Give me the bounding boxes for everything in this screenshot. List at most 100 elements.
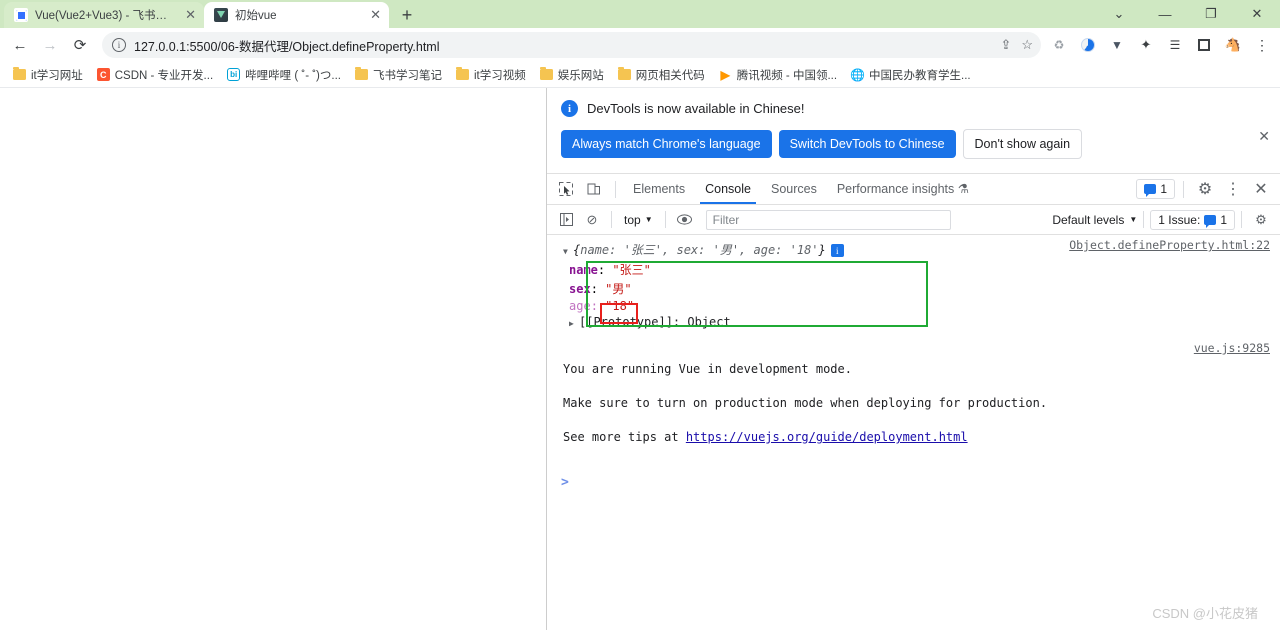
bookmark-item[interactable]: 网页相关代码 (611, 65, 712, 85)
browser-toolbar: ← → ⟳ i 127.0.0.1:5500/06-数据代理/Object.de… (0, 28, 1280, 62)
live-expression-eye-icon[interactable] (672, 207, 698, 233)
property-key: sex (569, 282, 591, 296)
new-tab-button[interactable]: + (393, 2, 421, 28)
address-bar[interactable]: i 127.0.0.1:5500/06-数据代理/Object.definePr… (102, 32, 1041, 58)
bookmark-item[interactable]: bi 哔哩哔哩 ( ˚- ˚)つ... (220, 65, 348, 85)
object-preview: {name: '张三', sex: '男', age: '18'} (573, 243, 826, 257)
browser-window: Vue(Vue2+Vue3) - 飞书云文档 ✕ 初始vue ✕ + ⌄ — ❐… (0, 0, 1280, 630)
property-value: "男" (605, 282, 632, 296)
tencent-video-icon: ▶ (718, 67, 732, 82)
always-match-language-button[interactable]: Always match Chrome's language (561, 130, 772, 158)
chevron-down-icon[interactable]: ⌄ (1096, 0, 1142, 28)
console-object-entry[interactable]: ▼ {name: '张三', sex: '男', age: '18'} i Obje… (547, 235, 1280, 260)
console-issue-pill[interactable]: 1 Issue: 1 (1150, 209, 1235, 230)
expand-triangle-icon[interactable]: ▶ (569, 319, 579, 328)
back-button[interactable]: ← (6, 31, 34, 59)
devtools-language-banner: i DevTools is now available in Chinese! … (547, 88, 1280, 174)
chevron-down-icon: ▼ (644, 215, 653, 224)
bookmark-item[interactable]: 🌐 中国民办教育学生... (844, 65, 978, 85)
object-property-row[interactable]: name: "张三" (569, 260, 1280, 279)
bookmark-item[interactable]: 娱乐网站 (533, 65, 611, 85)
object-property-row[interactable]: sex: "男" (569, 279, 1280, 298)
object-properties: name: "张三" sex: "男" age: "18" (569, 260, 1280, 314)
tab-close-icon[interactable]: ✕ (360, 7, 381, 23)
site-info-icon[interactable]: i (112, 38, 126, 52)
browser-tab-1[interactable]: Vue(Vue2+Vue3) - 飞书云文档 ✕ (4, 2, 204, 28)
bookmark-item[interactable]: it学习视频 (449, 65, 533, 85)
tab-console[interactable]: Console (696, 176, 760, 204)
devtools-settings-icon[interactable]: ⚙ (1192, 176, 1218, 202)
url-text: 127.0.0.1:5500/06-数据代理/Object.defineProp… (134, 39, 440, 54)
tab-elements[interactable]: Elements (624, 176, 694, 203)
horse-extension-icon[interactable]: 🐴 (1223, 35, 1243, 55)
bookmark-label: it学习网址 (31, 69, 83, 82)
console-vue-message[interactable]: You are running Vue in development mode.… (547, 336, 1280, 469)
object-info-icon[interactable]: i (830, 244, 844, 257)
console-settings-icon[interactable]: ⚙ (1248, 207, 1274, 233)
reload-button[interactable]: ⟳ (66, 31, 94, 59)
console-filter-input[interactable]: Filter (705, 209, 951, 230)
tab-performance-insights[interactable]: Performance insights ⚗ (828, 175, 978, 203)
console-sidebar-icon[interactable] (553, 207, 579, 233)
tab-title: 初始vue (235, 10, 277, 22)
maximize-icon[interactable]: ❐ (1188, 0, 1234, 28)
playlist-extension-icon[interactable]: ☰ (1165, 35, 1185, 55)
vue-line-3: See more tips at https://vuejs.org/guide… (563, 429, 1260, 446)
console-prompt[interactable]: > (547, 469, 1280, 496)
bookmark-item[interactable]: 飞书学习笔记 (348, 65, 449, 85)
bookmark-item[interactable]: it学习网址 (6, 65, 90, 85)
square-extension-icon[interactable] (1194, 35, 1214, 55)
bookmark-item[interactable]: C CSDN - 专业开发... (90, 65, 220, 85)
device-toolbar-icon[interactable] (581, 176, 607, 202)
bookmark-label: 网页相关代码 (635, 69, 705, 82)
browser-tab-2[interactable]: 初始vue ✕ (204, 2, 389, 28)
execution-context-select[interactable]: top ▼ (618, 213, 659, 227)
v-extension-icon[interactable]: ▼ (1107, 35, 1127, 55)
banner-close-icon[interactable]: ✕ (1258, 128, 1270, 145)
object-prototype-row[interactable]: ▶ [[Prototype]]: Object (569, 314, 1280, 329)
chevron-down-icon: ▼ (1129, 215, 1138, 224)
colon: : (590, 282, 606, 296)
dont-show-again-button[interactable]: Don't show again (962, 129, 1083, 159)
forward-button[interactable]: → (36, 31, 64, 59)
bookmark-label: 娱乐网站 (557, 69, 604, 82)
bookmark-label: 中国民办教育学生... (869, 69, 971, 82)
brace-close: } (818, 243, 826, 257)
source-link[interactable]: vue.js:9285 (1194, 341, 1270, 355)
chrome-menu-icon[interactable]: ⋮ (1252, 35, 1272, 55)
tab-close-icon[interactable]: ✕ (175, 7, 196, 23)
clear-console-icon[interactable]: ⊘ (579, 207, 605, 233)
tab-strip: Vue(Vue2+Vue3) - 飞书云文档 ✕ 初始vue ✕ + ⌄ — ❐… (0, 0, 1280, 28)
bookmark-label: 哔哩哔哩 ( ˚- ˚)つ... (245, 69, 341, 82)
recycle-extension-icon[interactable]: ♻ (1049, 35, 1069, 55)
source-link[interactable]: Object.defineProperty.html:22 (1069, 238, 1270, 252)
bookmark-item[interactable]: ▶ 腾讯视频 - 中国领... (712, 65, 844, 85)
devtools-close-icon[interactable]: ✕ (1248, 176, 1274, 202)
minimize-icon[interactable]: — (1142, 0, 1188, 28)
vue-deployment-link[interactable]: https://vuejs.org/guide/deployment.html (686, 430, 968, 444)
folder-icon (13, 67, 26, 80)
object-property-row[interactable]: age: "18" (569, 298, 1280, 314)
issues-badge[interactable]: 1 (1136, 179, 1175, 199)
switch-to-chinese-button[interactable]: Switch DevTools to Chinese (778, 130, 956, 158)
bookmark-label: 飞书学习笔记 (372, 69, 442, 82)
bookmark-star-icon[interactable]: ☆ (1021, 37, 1033, 53)
context-label: top (624, 212, 641, 227)
cursor-select-icon[interactable] (553, 176, 579, 202)
log-levels-select[interactable]: Default levels ▼ (1052, 213, 1137, 227)
close-window-icon[interactable]: ✕ (1234, 0, 1280, 28)
vue-app-icon (214, 8, 228, 22)
bookmarks-bar: it学习网址 C CSDN - 专业开发... bi 哔哩哔哩 ( ˚- ˚)つ… (0, 62, 1280, 88)
share-icon[interactable]: ⇪ (1000, 37, 1011, 53)
blue-circle-extension-icon[interactable] (1078, 35, 1098, 55)
bilibili-icon: bi (227, 68, 241, 81)
watermark: CSDN @小花皮猪 (1152, 606, 1258, 621)
devtools-more-icon[interactable]: ⋮ (1220, 176, 1246, 202)
puzzle-extensions-icon[interactable]: ✦ (1136, 35, 1156, 55)
tab-sources[interactable]: Sources (762, 176, 826, 203)
prompt-caret-icon: > (561, 475, 569, 490)
page-viewport (0, 88, 546, 630)
expand-triangle-icon[interactable]: ▼ (563, 247, 573, 256)
preview-body: name: '张三', sex: '男', age: '18' (580, 243, 819, 257)
message-icon (1204, 214, 1217, 228)
